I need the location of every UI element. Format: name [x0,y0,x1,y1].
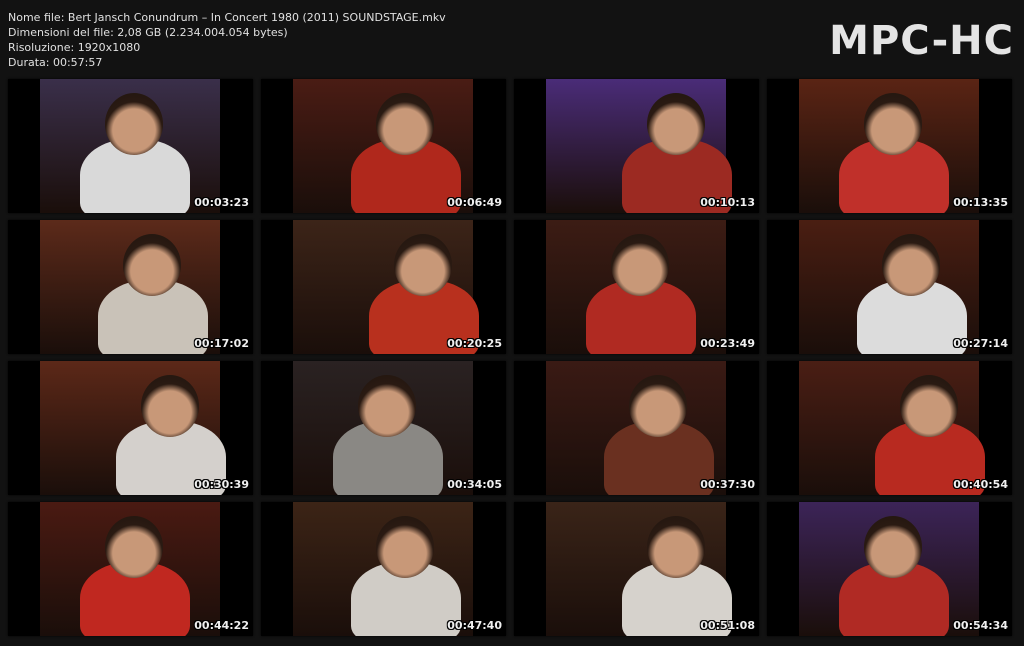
thumbnail[interactable]: 00:44:22 [8,502,253,636]
performer-head [629,375,687,437]
video-frame [546,79,732,213]
performer-head [105,516,163,578]
thumbnail[interactable]: 00:03:23 [8,79,253,213]
timestamp: 00:27:14 [953,337,1008,350]
performer-head [647,93,705,155]
video-frame [40,220,220,354]
video-frame [293,361,473,495]
thumbnail[interactable]: 00:27:14 [767,220,1012,354]
timestamp: 00:34:05 [447,478,502,491]
performer-head [141,375,199,437]
timestamp: 00:20:25 [447,337,502,350]
performer-head [394,234,452,296]
timestamp: 00:40:54 [953,478,1008,491]
performer-head [900,375,958,437]
timestamp: 00:54:34 [953,619,1008,632]
timestamp: 00:17:02 [194,337,249,350]
timestamp: 00:37:30 [700,478,755,491]
thumbnail[interactable]: 00:13:35 [767,79,1012,213]
performer-head [376,516,434,578]
video-frame [799,502,979,636]
timestamp: 00:51:08 [700,619,755,632]
thumbnail[interactable]: 00:06:49 [261,79,506,213]
video-frame [40,361,226,495]
thumbnail[interactable]: 00:23:49 [514,220,759,354]
file-size: Dimensioni del file: 2,08 GB (2.234.004.… [8,26,288,39]
timestamp: 00:10:13 [700,196,755,209]
timestamp: 00:47:40 [447,619,502,632]
performer-head [376,93,434,155]
video-frame [546,361,726,495]
resolution: Risoluzione: 1920x1080 [8,41,141,54]
video-frame [293,220,479,354]
timestamp: 00:13:35 [953,196,1008,209]
performer-head [647,516,705,578]
thumbnail[interactable]: 00:10:13 [514,79,759,213]
thumbnail[interactable]: 00:51:08 [514,502,759,636]
performer-head [358,375,416,437]
timestamp: 00:06:49 [447,196,502,209]
video-frame [293,502,473,636]
duration: Durata: 00:57:57 [8,56,103,69]
performer-head [882,234,940,296]
performer-head [864,516,922,578]
thumbnail[interactable]: 00:34:05 [261,361,506,495]
video-frame [40,502,220,636]
video-frame [799,79,979,213]
video-frame [546,502,732,636]
thumbnail[interactable]: 00:47:40 [261,502,506,636]
file-info-panel: Nome file: Bert Jansch Conundrum – In Co… [8,10,446,70]
thumbnail[interactable]: 00:20:25 [261,220,506,354]
app-logo: MPC-HC [829,18,1014,64]
video-frame [546,220,726,354]
timestamp: 00:23:49 [700,337,755,350]
performer-head [105,93,163,155]
performer-head [123,234,181,296]
thumbnail-grid: 00:03:23 00:06:49 00:10:13 00:13:35 00:17:02… [8,79,1018,639]
video-frame [293,79,473,213]
video-frame [40,79,220,213]
file-name: Nome file: Bert Jansch Conundrum – In Co… [8,11,446,24]
performer-head [611,234,669,296]
video-frame [799,361,985,495]
timestamp: 00:44:22 [194,619,249,632]
thumbnail[interactable]: 00:37:30 [514,361,759,495]
timestamp: 00:30:39 [194,478,249,491]
thumbnail[interactable]: 00:40:54 [767,361,1012,495]
video-frame [799,220,979,354]
thumbnail[interactable]: 00:17:02 [8,220,253,354]
performer-head [864,93,922,155]
thumbnail[interactable]: 00:30:39 [8,361,253,495]
timestamp: 00:03:23 [194,196,249,209]
thumbnail[interactable]: 00:54:34 [767,502,1012,636]
